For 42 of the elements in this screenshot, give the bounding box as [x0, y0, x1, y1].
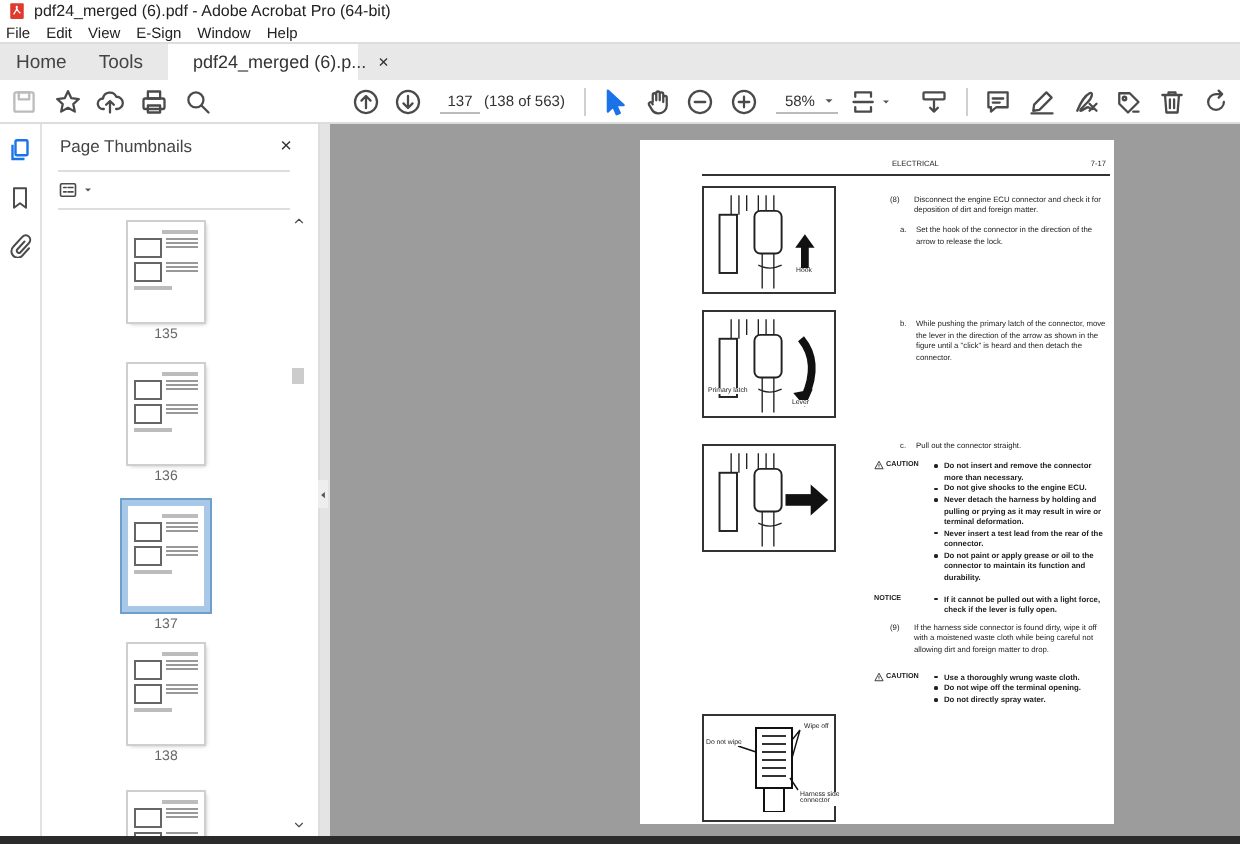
tab-label: pdf24_merged (6).p... — [193, 52, 367, 73]
tag-icon[interactable] — [1114, 87, 1143, 116]
collapse-panel-handle[interactable] — [318, 480, 328, 509]
page-thumbnail[interactable] — [128, 222, 204, 323]
close-panel-button[interactable]: × — [280, 135, 292, 158]
comment-icon[interactable] — [984, 87, 1013, 116]
page-thumbnail[interactable] — [128, 644, 204, 745]
pages-icon[interactable] — [8, 138, 32, 163]
hand-icon[interactable] — [644, 87, 673, 116]
caret-icon — [82, 184, 94, 197]
nav-tab[interactable]: Tools — [82, 44, 160, 81]
star-icon[interactable] — [54, 87, 82, 116]
scroll-mode-icon[interactable] — [920, 87, 949, 116]
nav-tab[interactable]: Home — [0, 44, 83, 81]
warning-icon — [874, 460, 884, 471]
scroll-down-icon[interactable] — [291, 818, 305, 833]
scroll-up-icon[interactable] — [291, 214, 305, 229]
zoom-out-icon[interactable] — [686, 87, 715, 116]
bookmark-icon[interactable] — [8, 186, 32, 211]
caret-icon — [880, 95, 893, 108]
pen-icon[interactable] — [1028, 87, 1057, 116]
scrollbar-thumb[interactable] — [292, 368, 304, 385]
thumbnail-options-button[interactable] — [58, 180, 94, 201]
paperclip-icon[interactable] — [8, 234, 32, 259]
list-icon — [58, 180, 78, 201]
zoom-in-icon[interactable] — [730, 87, 759, 116]
window-title: pdf24_merged (6).pdf - Adobe Acrobat Pro (64-bit) — [34, 2, 391, 21]
caret-icon — [822, 93, 837, 108]
panel-title: Page Thumbnails — [60, 136, 192, 157]
previous-page-icon[interactable] — [352, 87, 380, 116]
page-fit-icon — [850, 87, 879, 116]
print-icon[interactable] — [140, 87, 168, 116]
next-page-icon[interactable] — [394, 87, 422, 116]
upload-cloud-icon[interactable] — [96, 87, 124, 116]
warning-icon — [874, 671, 884, 682]
close-tab-button[interactable]: × — [378, 52, 389, 73]
page-fit-dropdown[interactable] — [850, 87, 893, 116]
sign-icon[interactable] — [1072, 87, 1101, 116]
rotate-icon[interactable] — [1202, 87, 1231, 116]
search-icon[interactable] — [184, 87, 212, 116]
trash-icon[interactable] — [1158, 87, 1187, 116]
page-thumbnail[interactable] — [128, 364, 204, 465]
